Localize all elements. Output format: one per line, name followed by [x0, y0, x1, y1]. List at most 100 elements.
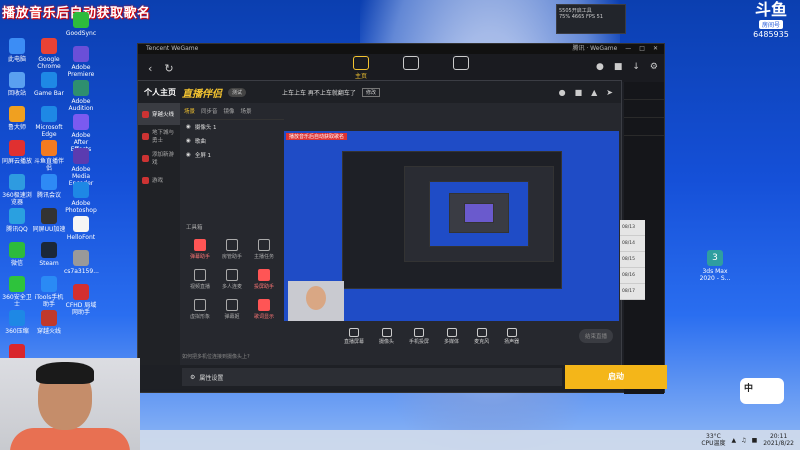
- ime-widget[interactable]: 中: [740, 378, 784, 404]
- desktop-icon[interactable]: 360压缩: [0, 310, 34, 335]
- date-item[interactable]: 08/16: [620, 268, 645, 284]
- tool-item[interactable]: 歌词显示: [248, 299, 280, 320]
- tab-sync[interactable]: 同步音: [201, 107, 218, 115]
- eye-icon[interactable]: ◉: [186, 124, 191, 130]
- side-row[interactable]: [624, 100, 664, 118]
- desktop-icon[interactable]: HelloFont: [64, 216, 98, 241]
- control-button[interactable]: 摄像头: [379, 327, 394, 345]
- desktop-icon[interactable]: 微信: [0, 242, 34, 267]
- desktop-icon[interactable]: 斗鱼直播伴侣: [32, 140, 66, 172]
- desktop-icon[interactable]: 鲁大师: [0, 106, 34, 131]
- nav-title[interactable]: 个人主页: [144, 87, 176, 98]
- desktop-icon[interactable]: iTools手机助手: [32, 276, 66, 308]
- share-icon[interactable]: ➤: [606, 88, 613, 97]
- source-item[interactable]: ◉ 全屏 1: [180, 148, 284, 162]
- gift-icon[interactable]: ■: [575, 88, 583, 97]
- date-item[interactable]: 08/13: [620, 220, 645, 236]
- stop-live-button[interactable]: 结束直播: [578, 329, 613, 343]
- desktop-icon-label: Adobe Premiere: [67, 64, 95, 78]
- back-icon[interactable]: ‹: [148, 62, 152, 75]
- desktop-icon[interactable]: 360安全卫士: [0, 276, 34, 308]
- avatar[interactable]: ●: [559, 88, 566, 97]
- date-item[interactable]: 08/17: [620, 284, 645, 300]
- tab-home[interactable]: 主页: [348, 56, 374, 80]
- tab-message[interactable]: [398, 56, 424, 80]
- refresh-icon[interactable]: ↻: [164, 62, 173, 75]
- cpu-temp[interactable]: 33°C CPU温度: [701, 433, 725, 447]
- volume-icon[interactable]: ♫: [741, 437, 746, 444]
- camera-hint[interactable]: 如何把多机位连接到摄像头上?: [182, 353, 250, 360]
- tool-item[interactable]: 房管助手: [216, 239, 248, 260]
- clock[interactable]: 20:11 2021/8/22: [763, 433, 794, 447]
- desktop-icon[interactable]: 同屏云播放: [0, 140, 34, 165]
- camera-pip[interactable]: [288, 281, 344, 321]
- desktop-icon[interactable]: 同屏UU加速: [32, 208, 66, 233]
- desktop-icon-3dsmax[interactable]: 3 3ds Max 2020 - S...: [698, 250, 732, 282]
- edit-title-button[interactable]: 修改: [361, 87, 380, 97]
- tab-scene-2[interactable]: 场景: [241, 107, 252, 115]
- desktop-icon-label: GoodSync: [65, 30, 97, 37]
- close-icon[interactable]: ✕: [653, 44, 658, 54]
- settings-icon[interactable]: ⚙: [650, 62, 658, 72]
- tab-mirror[interactable]: 镜像: [224, 107, 235, 115]
- tool-item[interactable]: 多人连麦: [216, 269, 248, 290]
- date-item[interactable]: 08/15: [620, 252, 645, 268]
- tool-item[interactable]: 主播任务: [248, 239, 280, 260]
- date-item[interactable]: 08/14: [620, 236, 645, 252]
- desktop-icon[interactable]: 腾讯会议: [32, 174, 66, 199]
- control-button[interactable]: 麦克风: [474, 327, 489, 345]
- stream-preview[interactable]: 播放音乐后自动获取歌名: [284, 131, 619, 321]
- gift-icon[interactable]: ■: [614, 62, 623, 72]
- desktop-icon[interactable]: Steam: [32, 242, 66, 267]
- avatar[interactable]: ●: [596, 62, 604, 72]
- desktop-icon[interactable]: 360极速浏览器: [0, 174, 34, 206]
- nav-item-games[interactable]: 游戏: [138, 169, 180, 191]
- tool-item[interactable]: 虚拟形象: [184, 299, 216, 320]
- nav-item-dnf[interactable]: 地下城与勇士: [138, 125, 180, 147]
- tool-item[interactable]: 投屏助手: [248, 269, 280, 290]
- nav-item-add[interactable]: 添加新游戏: [138, 147, 180, 169]
- desktop-icon[interactable]: GoodSync: [64, 12, 98, 37]
- desktop-icon[interactable]: 腾讯QQ: [0, 208, 34, 233]
- desktop-icon[interactable]: 穿越火线: [32, 310, 66, 335]
- source-item[interactable]: ◉ 歌曲: [180, 134, 284, 148]
- desktop-icon[interactable]: Google Chrome: [32, 38, 66, 70]
- eye-icon[interactable]: ◉: [186, 138, 191, 144]
- eye-icon[interactable]: ◉: [186, 152, 191, 158]
- minimize-icon[interactable]: —: [625, 44, 631, 54]
- tab-video[interactable]: [448, 56, 474, 80]
- tool-item[interactable]: 弹幕姬: [216, 299, 248, 320]
- desktop-icon[interactable]: Adobe Photoshop: [64, 182, 98, 214]
- room-title: 上车上车 再不上车就翻车了: [282, 89, 356, 97]
- desktop-icon[interactable]: Game Bar: [32, 72, 66, 97]
- maximize-icon[interactable]: □: [639, 44, 645, 54]
- desktop-icon[interactable]: cs7a3159...: [64, 250, 99, 275]
- desktop-icon[interactable]: 回收站: [0, 72, 34, 97]
- network-icon[interactable]: ▲: [732, 437, 737, 444]
- bell-icon[interactable]: ▲: [591, 88, 597, 97]
- tool-item[interactable]: 弹幕助手: [184, 239, 216, 260]
- side-row[interactable]: [624, 82, 664, 100]
- control-button[interactable]: 直播屏幕: [344, 327, 364, 345]
- wegame-nav: ‹ ↻ 主页 ● ■ ↓ ⚙: [138, 54, 664, 82]
- tab-scene[interactable]: 场景: [184, 107, 195, 115]
- source-item[interactable]: ◉ 摄像头 1: [180, 120, 284, 134]
- start-button[interactable]: 启动: [565, 365, 667, 389]
- nav-item-game[interactable]: 穿越火线: [138, 103, 180, 125]
- desktop-icon[interactable]: CFHD 局域网助手: [64, 284, 98, 316]
- control-button[interactable]: 手机投屏: [409, 327, 429, 345]
- desktop-icon[interactable]: Microsoft Edge: [32, 106, 66, 138]
- control-button[interactable]: 扬声器: [504, 327, 519, 345]
- properties-field[interactable]: ⚙ 属性设置: [182, 368, 562, 386]
- stream-controls: 直播屏幕 摄像头 手机投屏 多媒体 麦克风 扬声器: [284, 323, 619, 349]
- mini-window[interactable]: 5505开启工具 75% 4665 FPS 51: [556, 4, 626, 34]
- desktop-icon[interactable]: Adobe Audition: [64, 80, 98, 112]
- input-icon[interactable]: ■: [752, 437, 758, 444]
- desktop-icon[interactable]: 此电脑: [0, 38, 34, 63]
- download-icon[interactable]: ↓: [632, 62, 640, 72]
- tool-item[interactable]: 视频直播: [184, 269, 216, 290]
- desktop-icon[interactable]: Adobe Premiere: [64, 46, 98, 78]
- control-button[interactable]: 多媒体: [444, 327, 459, 345]
- side-row[interactable]: [624, 118, 664, 136]
- live-companion-window[interactable]: 个人主页 直播伴侣 测试 上车上车 再不上车就翻车了 修改 ● ■ ▲ ➤ 穿越…: [137, 80, 667, 389]
